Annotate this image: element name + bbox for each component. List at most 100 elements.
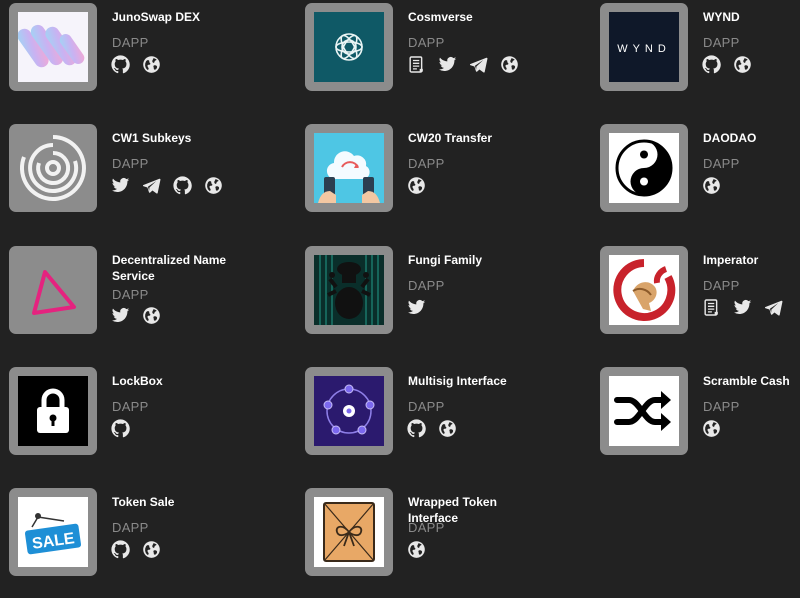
app-name[interactable]: Decentralized Name Service xyxy=(112,252,242,284)
twitter-icon[interactable] xyxy=(111,176,130,195)
app-name[interactable]: Scramble Cash xyxy=(703,373,800,389)
globe-icon[interactable] xyxy=(142,306,161,325)
app-name[interactable]: Cosmverse xyxy=(408,9,538,25)
twitter-icon[interactable] xyxy=(733,298,752,317)
app-thumbnail[interactable] xyxy=(9,3,97,91)
svg-text:WYND: WYND xyxy=(617,43,671,55)
twitter-icon[interactable] xyxy=(407,298,426,317)
twitter-icon[interactable] xyxy=(111,306,130,325)
telegram-icon[interactable] xyxy=(142,176,161,195)
app-thumbnail[interactable]: WYND xyxy=(600,3,688,91)
token-sale-logo: SALE xyxy=(18,497,88,567)
app-name[interactable]: Token Sale xyxy=(112,494,242,510)
app-type: DAPP xyxy=(408,156,445,171)
globe-icon[interactable] xyxy=(500,55,519,74)
app-type: DAPP xyxy=(112,399,149,414)
twitter-icon[interactable] xyxy=(438,55,457,74)
app-thumbnail[interactable] xyxy=(305,246,393,334)
app-thumbnail[interactable] xyxy=(305,3,393,91)
github-icon[interactable] xyxy=(407,419,426,438)
app-name[interactable]: CW1 Subkeys xyxy=(112,130,242,146)
app-links xyxy=(702,298,783,317)
app-links xyxy=(111,55,161,74)
github-icon[interactable] xyxy=(111,540,130,559)
github-icon[interactable] xyxy=(111,55,130,74)
imperator-logo xyxy=(609,255,679,325)
globe-icon[interactable] xyxy=(438,419,457,438)
globe-icon[interactable] xyxy=(733,55,752,74)
app-links xyxy=(702,176,721,195)
app-name[interactable]: CW20 Transfer xyxy=(408,130,538,146)
app-type: DAPP xyxy=(112,287,149,302)
wrapped-token-logo xyxy=(314,497,384,567)
app-card-lockbox[interactable]: LockBox DAPP xyxy=(9,367,279,477)
cw1-subkeys-logo xyxy=(18,133,88,203)
daodao-logo xyxy=(609,133,679,203)
app-type: DAPP xyxy=(112,156,149,171)
app-type: DAPP xyxy=(112,35,149,50)
app-card-wynd[interactable]: WYND WYND DAPP xyxy=(600,3,800,113)
app-card-cw20-transfer[interactable]: CW20 Transfer DAPP xyxy=(305,124,575,234)
app-type: DAPP xyxy=(703,399,740,414)
app-name[interactable]: WYND xyxy=(703,9,800,25)
app-thumbnail[interactable] xyxy=(9,124,97,212)
app-thumbnail[interactable] xyxy=(600,246,688,334)
telegram-icon[interactable] xyxy=(764,298,783,317)
globe-icon[interactable] xyxy=(702,419,721,438)
app-type: DAPP xyxy=(112,520,149,535)
app-thumbnail[interactable]: SALE xyxy=(9,488,97,576)
app-thumbnail[interactable] xyxy=(305,367,393,455)
globe-icon[interactable] xyxy=(407,540,426,559)
app-card-multisig-interface[interactable]: Multisig Interface DAPP xyxy=(305,367,575,477)
app-type: DAPP xyxy=(408,520,445,535)
app-name[interactable]: DAODAO xyxy=(703,130,800,146)
multisig-logo xyxy=(314,376,384,446)
app-name[interactable]: Imperator xyxy=(703,252,800,268)
wynd-logo: WYND xyxy=(609,12,679,82)
app-card-token-sale[interactable]: SALE Token Sale DAPP xyxy=(9,488,279,598)
app-card-wrapped-token-interface[interactable]: Wrapped Token Interface DAPP xyxy=(305,488,575,598)
github-icon[interactable] xyxy=(702,55,721,74)
app-thumbnail[interactable] xyxy=(9,367,97,455)
app-name[interactable]: Multisig Interface xyxy=(408,373,538,389)
app-links xyxy=(111,306,161,325)
app-links xyxy=(111,540,161,559)
app-links xyxy=(111,176,223,195)
app-card-cw1-subkeys[interactable]: CW1 Subkeys DAPP xyxy=(9,124,279,234)
app-thumbnail[interactable] xyxy=(305,124,393,212)
app-name[interactable]: Fungi Family xyxy=(408,252,538,268)
app-name[interactable]: JunoSwap DEX xyxy=(112,9,242,25)
app-name[interactable]: LockBox xyxy=(112,373,242,389)
app-links xyxy=(407,540,426,559)
app-thumbnail[interactable] xyxy=(9,246,97,334)
app-card-scramble-cash[interactable]: Scramble Cash DAPP xyxy=(600,367,800,477)
app-thumbnail[interactable] xyxy=(600,124,688,212)
document-icon[interactable] xyxy=(702,298,721,317)
github-icon[interactable] xyxy=(173,176,192,195)
globe-icon[interactable] xyxy=(142,540,161,559)
cosmverse-logo xyxy=(314,12,384,82)
app-type: DAPP xyxy=(703,278,740,293)
junoswap-logo xyxy=(18,12,88,82)
github-icon[interactable] xyxy=(111,419,130,438)
app-card-fungi-family[interactable]: Fungi Family DAPP xyxy=(305,246,575,356)
app-thumbnail[interactable] xyxy=(600,367,688,455)
app-card-daodao[interactable]: DAODAO DAPP xyxy=(600,124,800,234)
fungi-family-logo xyxy=(314,255,384,325)
scramble-cash-logo xyxy=(609,376,679,446)
app-type: DAPP xyxy=(703,35,740,50)
globe-icon[interactable] xyxy=(407,176,426,195)
app-card-decentralized-name-service[interactable]: Decentralized Name Service DAPP xyxy=(9,246,279,356)
telegram-icon[interactable] xyxy=(469,55,488,74)
globe-icon[interactable] xyxy=(142,55,161,74)
app-links xyxy=(407,298,426,317)
app-thumbnail[interactable] xyxy=(305,488,393,576)
app-type: DAPP xyxy=(408,399,445,414)
app-card-junoswap-dex[interactable]: JunoSwap DEX DAPP xyxy=(9,3,279,113)
app-card-imperator[interactable]: Imperator DAPP xyxy=(600,246,800,356)
globe-icon[interactable] xyxy=(702,176,721,195)
globe-icon[interactable] xyxy=(204,176,223,195)
app-card-cosmverse[interactable]: Cosmverse DAPP xyxy=(305,3,575,113)
app-links xyxy=(407,55,519,74)
document-icon[interactable] xyxy=(407,55,426,74)
